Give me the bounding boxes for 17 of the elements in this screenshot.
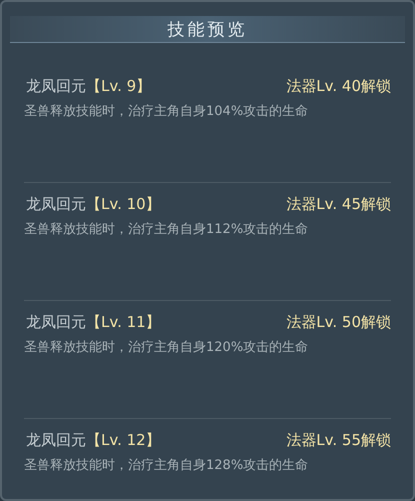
skill-name: 龙凤回元 [26,431,86,450]
unlock-requirement: 法器Lv. 50解锁 [286,313,391,332]
skill-description: 圣兽释放技能时，治疗主角自身128%攻击的生命 [24,457,310,474]
skill-level: 【Lv. 12】 [86,431,161,450]
skill-level: 【Lv. 9】 [86,77,152,96]
unlock-requirement: 法器Lv. 45解锁 [286,195,391,214]
skill-level: 【Lv. 11】 [86,313,161,332]
unlock-requirement: 法器Lv. 40解锁 [286,77,391,96]
skill-description: 圣兽释放技能时，治疗主角自身104%攻击的生命 [24,103,310,120]
skill-description: 圣兽释放技能时，治疗主角自身112%攻击的生命 [24,221,310,238]
skill-description: 圣兽释放技能时，治疗主角自身120%攻击的生命 [24,339,310,356]
skill-level: 【Lv. 10】 [86,195,161,214]
skill-name: 龙凤回元 [26,77,86,96]
skill-name: 龙凤回元 [26,195,86,214]
skill-name: 龙凤回元 [26,313,86,332]
panel-title: 技能预览 [168,18,248,40]
unlock-requirement: 法器Lv. 55解锁 [286,431,391,450]
